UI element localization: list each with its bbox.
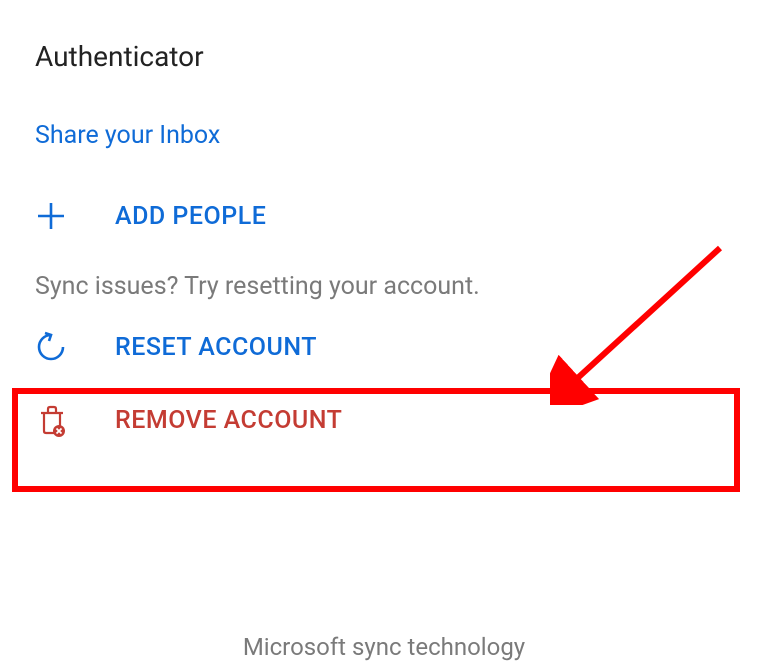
- page-title: Authenticator: [30, 40, 738, 73]
- remove-account-button[interactable]: REMOVE ACCOUNT: [30, 383, 738, 457]
- add-people-label: ADD PEOPLE: [115, 202, 266, 231]
- plus-icon: [35, 200, 75, 232]
- footer-text: Microsoft sync technology: [0, 633, 768, 661]
- share-inbox-link[interactable]: Share your Inbox: [30, 121, 738, 150]
- reset-account-button[interactable]: RESET ACCOUNT: [30, 311, 738, 383]
- reset-icon: [35, 331, 75, 363]
- sync-hint-text: Sync issues? Try resetting your account.: [30, 252, 738, 311]
- remove-account-label: REMOVE ACCOUNT: [115, 406, 342, 435]
- reset-account-label: RESET ACCOUNT: [115, 333, 317, 362]
- add-people-button[interactable]: ADD PEOPLE: [30, 180, 738, 252]
- trash-icon: [35, 403, 75, 437]
